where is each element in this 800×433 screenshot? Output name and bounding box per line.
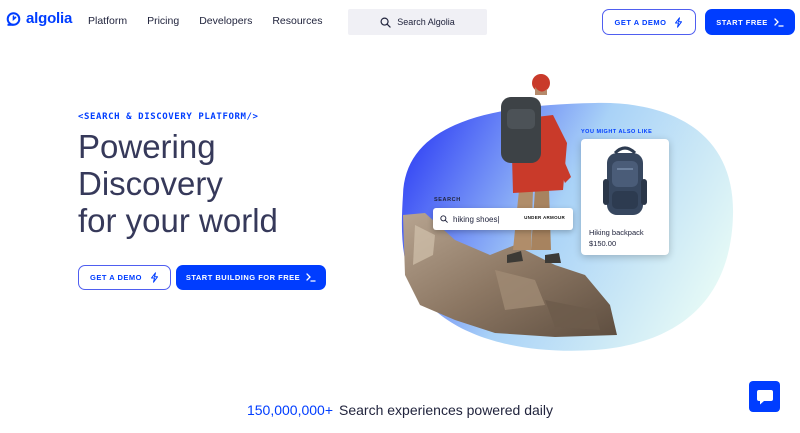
hero-title: Powering Discovery for your world: [78, 128, 278, 239]
hero-title-line-1: Powering: [78, 128, 216, 165]
search-button[interactable]: Search Algolia: [348, 9, 487, 35]
suggestion-label: YOU MIGHT ALSO LIKE: [581, 129, 653, 135]
hero-eyebrow: <SEARCH & DISCOVERY PLATFORM/>: [78, 112, 259, 122]
nav-link-pricing[interactable]: Pricing: [147, 15, 179, 27]
top-nav: algolia Platform Pricing Developers Reso…: [0, 0, 800, 44]
hero-get-demo-button[interactable]: GET A DEMO: [78, 265, 171, 290]
stats-text: Search experiences powered daily: [339, 402, 554, 418]
algolia-logo[interactable]: algolia: [6, 10, 72, 27]
nav-links: Platform Pricing Developers Resources: [88, 15, 343, 27]
search-icon: [440, 215, 448, 223]
nav-link-resources[interactable]: Resources: [272, 15, 322, 27]
start-building-label: START BUILDING FOR FREE: [185, 273, 301, 282]
illustration-search-label: SEARCH: [434, 197, 461, 203]
search-label: Search Algolia: [397, 17, 455, 27]
brand-logo: UNDER ARMOUR: [524, 215, 565, 220]
start-free-button[interactable]: START FREE: [705, 9, 795, 35]
lightning-icon: [675, 16, 683, 28]
algolia-logo-icon: [6, 11, 21, 26]
start-free-label: START FREE: [716, 17, 768, 27]
chevron-right-icon: [306, 273, 316, 282]
logo-text: algolia: [26, 10, 73, 27]
product-card: Hiking backpack $150.00: [581, 139, 669, 255]
chat-button[interactable]: [749, 381, 780, 412]
chat-icon: [756, 389, 773, 404]
stats-number: 150,000,000+: [246, 402, 333, 418]
product-name: Hiking backpack: [589, 228, 644, 237]
hero-title-line-3: for your world: [78, 202, 278, 239]
search-icon: [380, 17, 391, 28]
nav-link-platform[interactable]: Platform: [88, 15, 127, 27]
stats-line: 150,000,000+ Search experiences powered d…: [0, 402, 800, 418]
chevron-right-icon: [774, 17, 784, 27]
get-demo-label: GET A DEMO: [614, 17, 667, 27]
illustration-search-query: hiking shoes|: [453, 214, 500, 224]
backpack-image: [603, 146, 647, 215]
product-price: $150.00: [589, 239, 617, 248]
nav-link-developers[interactable]: Developers: [199, 15, 252, 27]
hero-get-demo-label: GET A DEMO: [90, 273, 142, 282]
get-demo-button[interactable]: GET A DEMO: [602, 9, 696, 35]
hero-title-line-2: Discovery: [78, 165, 223, 202]
illustration-search-box: hiking shoes| UNDER ARMOUR: [433, 208, 573, 230]
lightning-icon: [150, 272, 158, 283]
start-building-button[interactable]: START BUILDING FOR FREE: [176, 265, 326, 290]
